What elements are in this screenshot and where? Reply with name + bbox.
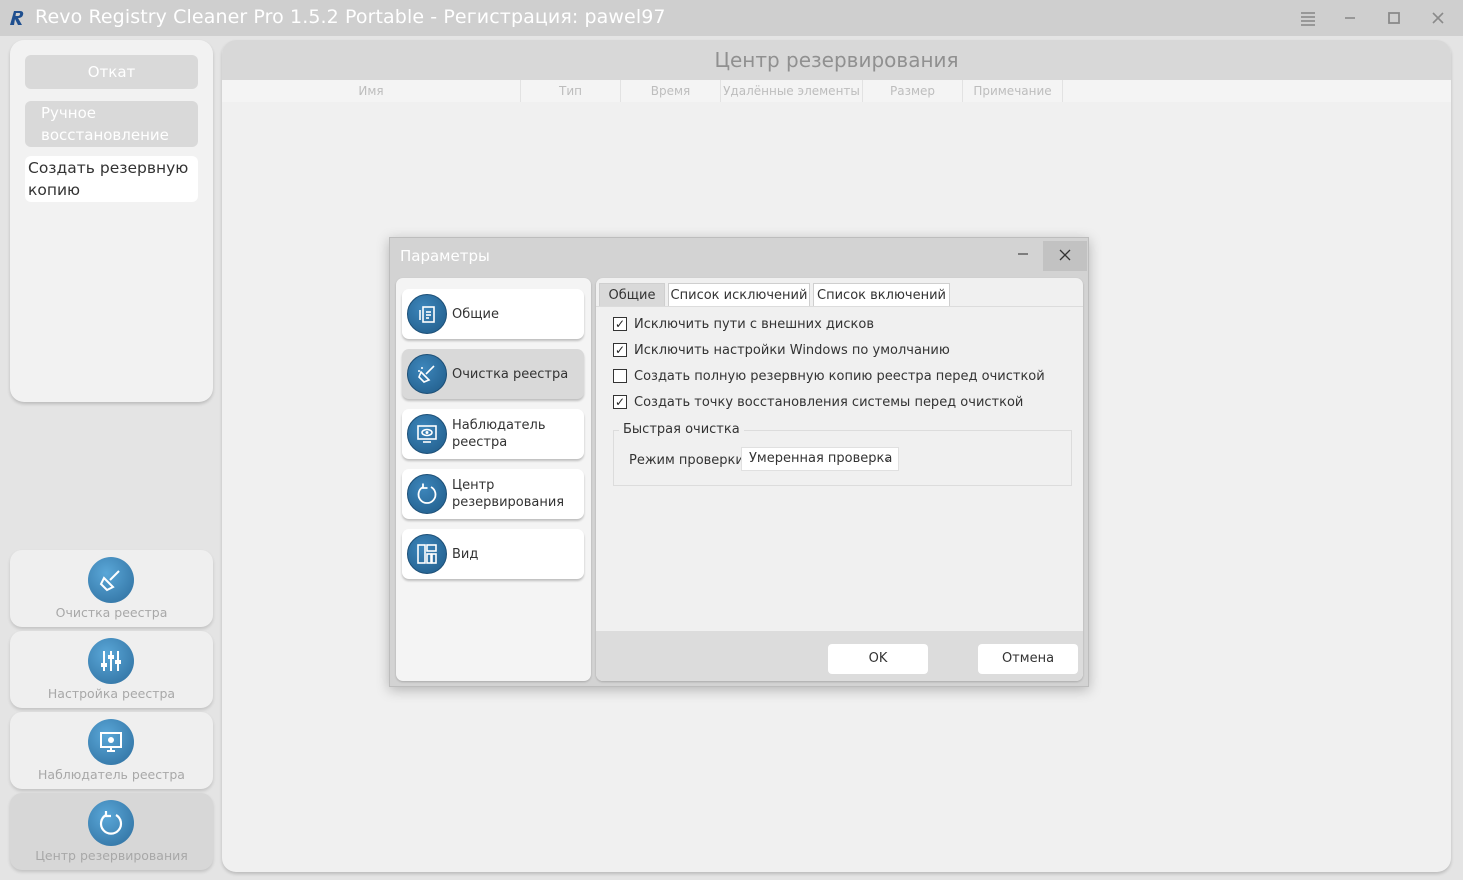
category-label: Наблюдатель реестра	[452, 418, 546, 450]
monitor-icon	[88, 719, 134, 765]
manual-restore-button[interactable]: Ручное восстановление	[25, 101, 198, 147]
nav-registry-monitor[interactable]: Наблюдатель реестра	[10, 712, 213, 789]
settings-dialog: Параметры Общие Очистка реестра Наблюдат…	[389, 237, 1089, 687]
settings-category-list: Общие Очистка реестра Наблюдатель реестр…	[396, 278, 591, 681]
tab-inclusion-list[interactable]: Список включений	[813, 283, 950, 307]
sliders-icon	[88, 638, 134, 684]
category-backup-center[interactable]: Центр резервирования	[402, 469, 584, 519]
backup-actions-panel: Откат Ручное восстановление Создать резе…	[10, 40, 213, 402]
option-create-restore-point[interactable]: ✓ Создать точку восстановления системы п…	[613, 393, 1023, 411]
backup-icon	[407, 474, 447, 514]
scan-mode-label: Режим проверки:	[629, 453, 749, 468]
create-backup-button[interactable]: Создать резервную копию	[25, 156, 198, 202]
scan-mode-select[interactable]: Умеренная проверка ⌄	[741, 447, 899, 471]
column-type[interactable]: Тип	[521, 80, 621, 102]
title-bar: Revo Registry Cleaner Pro 1.5.2 Portable…	[0, 0, 1463, 36]
nav-label: Наблюдатель реестра	[38, 767, 185, 782]
checkbox-checked[interactable]: ✓	[613, 395, 627, 409]
nav-label: Очистка реестра	[55, 605, 168, 620]
option-exclude-windows-defaults[interactable]: ✓ Исключить настройки Windows по умолчан…	[613, 341, 950, 359]
group-title: Быстрая очистка	[619, 422, 744, 437]
close-button[interactable]	[1425, 5, 1451, 31]
monitor-icon	[407, 414, 447, 454]
option-full-registry-backup[interactable]: Создать полную резервную копию реестра п…	[613, 367, 1045, 385]
menu-icon[interactable]	[1295, 5, 1321, 31]
rollback-button[interactable]: Откат	[25, 55, 198, 89]
page-title: Центр резервирования	[714, 48, 959, 72]
minimize-button[interactable]	[1337, 5, 1363, 31]
option-label: Исключить пути с внешних дисков	[634, 316, 874, 332]
checkbox-checked[interactable]: ✓	[613, 343, 627, 357]
category-registry-monitor[interactable]: Наблюдатель реестра	[402, 409, 584, 459]
category-general[interactable]: Общие	[402, 289, 584, 339]
backup-icon	[88, 800, 134, 846]
chevron-down-icon: ⌄	[882, 453, 891, 464]
category-label: Очистка реестра	[452, 367, 569, 382]
category-label: Общие	[452, 307, 499, 322]
category-view[interactable]: Вид	[402, 529, 584, 579]
panel-header: Центр резервирования	[222, 40, 1451, 80]
column-note[interactable]: Примечание	[963, 80, 1063, 102]
document-icon	[407, 294, 447, 334]
checkbox-unchecked[interactable]	[613, 369, 627, 383]
nav-registry-tuning[interactable]: Настройка реестра	[10, 631, 213, 708]
column-name[interactable]: Имя	[222, 80, 521, 102]
nav-registry-cleaner[interactable]: Очистка реестра	[10, 550, 213, 627]
column-time[interactable]: Время	[621, 80, 721, 102]
option-label: Создать полную резервную копию реестра п…	[634, 368, 1045, 384]
settings-options-pane: Общие Список исключений Список включений…	[596, 278, 1083, 681]
tab-divider	[596, 306, 1083, 307]
checkbox-checked[interactable]: ✓	[613, 317, 627, 331]
option-exclude-external-drives[interactable]: ✓ Исключить пути с внешних дисков	[613, 315, 874, 333]
broom-icon	[407, 354, 447, 394]
category-label: Центр резервирования	[452, 478, 565, 510]
app-logo-icon	[10, 11, 24, 25]
nav-label: Центр резервирования	[35, 848, 188, 863]
cancel-button[interactable]: Отмена	[978, 644, 1078, 674]
option-label: Исключить настройки Windows по умолчанию	[634, 342, 950, 358]
nav-backup-center[interactable]: Центр резервирования	[10, 793, 213, 870]
category-registry-cleaner[interactable]: Очистка реестра	[402, 349, 584, 399]
category-label: Вид	[452, 547, 479, 562]
dialog-minimize-button[interactable]	[1006, 242, 1040, 272]
nav-label: Настройка реестра	[47, 686, 176, 701]
option-label: Создать точку восстановления системы пер…	[634, 394, 1024, 410]
scan-mode-value: Умеренная проверка	[749, 451, 893, 466]
tab-exclusion-list[interactable]: Список исключений	[668, 283, 810, 307]
dialog-title: Параметры	[400, 247, 490, 265]
column-size[interactable]: Размер	[863, 80, 963, 102]
window-title: Revo Registry Cleaner Pro 1.5.2 Portable…	[35, 6, 666, 28]
broom-icon	[88, 557, 134, 603]
tab-general[interactable]: Общие	[599, 283, 665, 307]
ok-button[interactable]: OK	[828, 644, 928, 674]
maximize-button[interactable]	[1381, 5, 1407, 31]
column-removed-items[interactable]: Удалённые элементы	[721, 80, 863, 102]
layout-icon	[407, 534, 447, 574]
dialog-close-button[interactable]	[1043, 241, 1087, 271]
table-header: Имя Тип Время Удалённые элементы Размер …	[222, 80, 1451, 102]
